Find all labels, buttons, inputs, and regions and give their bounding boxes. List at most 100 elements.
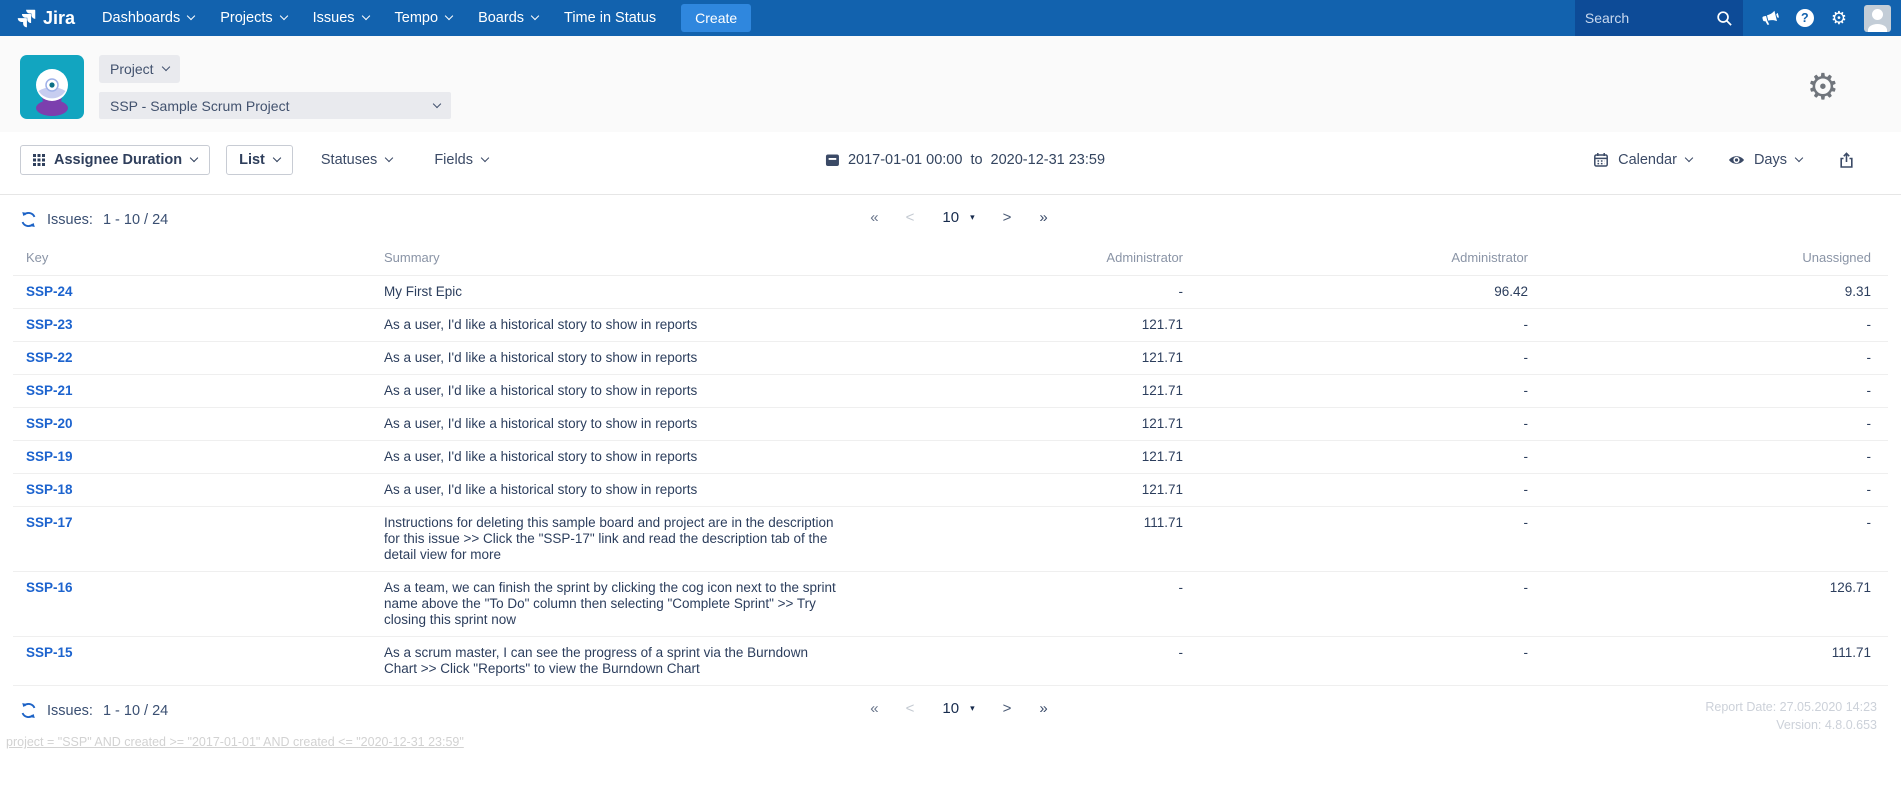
calendar-icon [1593,152,1609,168]
brand-name: Jira [43,8,75,29]
help-icon[interactable]: ? [1796,9,1814,27]
issue-key-link[interactable]: SSP-18 [26,482,73,497]
page-next-button[interactable]: > [1003,700,1012,717]
duration-value-cell: - [1528,474,1888,507]
table-row: SSP-16As a team, we can finish the sprin… [13,572,1888,637]
project-select-value: SSP - Sample Scrum Project [110,98,289,114]
summary-cell: My First Epic [371,276,838,309]
page-first-button[interactable]: « [870,700,877,717]
summary-cell: As a user, I'd like a historical story t… [371,474,838,507]
issue-key-link[interactable]: SSP-23 [26,317,73,332]
gear-icon[interactable]: ⚙ [1831,9,1847,27]
issue-summary: As a user, I'd like a historical story t… [384,350,838,366]
issue-key-link[interactable]: SSP-21 [26,383,73,398]
page-prev-button[interactable]: < [906,209,915,226]
table-row: SSP-18 As a user, I'd like a historical s… [13,474,1888,507]
issues-counter: Issues: 1 - 10 / 24 [20,702,168,719]
duration-value-cell: 121.71 [838,309,1183,342]
refresh-icon[interactable] [20,702,37,719]
duration-value-cell: - [1183,309,1528,342]
pagination-bottom: « < 10 ▾ > » [870,700,1046,717]
jira-logo[interactable]: Jira [16,8,75,29]
issue-key-link[interactable]: SSP-15 [26,645,73,660]
summary-cell: As a user, I'd like a historical story t… [371,408,838,441]
table-row: SSP-19As a user, I'd like a historical s… [13,441,1888,474]
date-to: 2020-12-31 23:59 [991,152,1106,168]
page-last-button[interactable]: » [1039,209,1046,226]
navbar-item-projects[interactable]: Projects [207,0,299,36]
date-separator: to [970,152,982,168]
scope-dropdown-button[interactable]: Project [99,55,180,83]
create-button[interactable]: Create [681,4,751,32]
pagination-top: « < 10 ▾ > » [870,209,1046,226]
unit-label: Days [1754,152,1787,168]
calendar-type-dropdown[interactable]: Calendar [1593,152,1692,168]
summary-cell: As a user, I'd like a historical story t… [371,309,838,342]
search-box[interactable] [1575,0,1743,36]
jira-logo-icon [16,8,37,29]
page-size-select[interactable]: 10 ▾ [942,700,974,717]
issue-key-link[interactable]: SSP-24 [26,284,73,299]
table-header-row: KeySummaryAdministratorAdministratorUnas… [13,242,1888,276]
project-select[interactable]: SSP - Sample Scrum Project [99,92,451,119]
duration-value-cell: - [1183,507,1528,572]
search-input[interactable] [1585,10,1716,26]
duration-value-cell: - [1183,375,1528,408]
view-mode-dropdown[interactable]: List [226,145,293,175]
duration-value-cell: 111.71 [838,507,1183,572]
navbar-item-label: Boards [478,10,524,26]
navbar-item-tempo[interactable]: Tempo [382,0,466,36]
navbar-item-boards[interactable]: Boards [465,0,551,36]
project-avatar[interactable] [20,55,84,119]
summary-cell: As a user, I'd like a historical story t… [371,375,838,408]
key-cell: SSP-19 [13,441,371,474]
page-prev-button[interactable]: < [906,700,915,717]
issues-range: 1 - 10 / 24 [103,212,168,228]
key-cell: SSP-17 [13,507,371,572]
settings-gear-icon[interactable]: ⚙ [1807,69,1839,119]
navbar-item-label: Tempo [395,10,439,26]
report-table: KeySummaryAdministratorAdministratorUnas… [13,242,1888,686]
table-row: SSP-17Instructions for deleting this sam… [13,507,1888,572]
duration-value-cell: 126.71 [1528,572,1888,637]
unit-dropdown[interactable]: Days [1728,152,1802,168]
report-type-dropdown[interactable]: Assignee Duration [20,145,210,175]
refresh-icon[interactable] [20,211,37,228]
export-icon[interactable] [1838,152,1855,169]
view-mode-label: List [239,152,265,168]
caret-down-icon: ▾ [970,212,975,223]
column-header-administrator: Administrator [838,242,1183,276]
date-range-picker[interactable]: 2017-01-01 00:00 to 2020-12-31 23:59 [824,152,1105,168]
page-last-button[interactable]: » [1039,700,1046,717]
statuses-dropdown[interactable]: Statuses [321,152,392,168]
issue-key-link[interactable]: SSP-20 [26,416,73,431]
issue-key-link[interactable]: SSP-17 [26,515,73,530]
navbar-item-dashboards[interactable]: Dashboards [89,0,207,36]
column-header-summary: Summary [371,242,838,276]
page-first-button[interactable]: « [870,209,877,226]
issue-key-link[interactable]: SSP-16 [26,580,73,595]
duration-value-cell: - [1183,441,1528,474]
navbar-item-issues[interactable]: Issues [300,0,382,36]
duration-value-cell: - [1528,309,1888,342]
megaphone-icon[interactable] [1760,9,1779,28]
page-size-select[interactable]: 10 ▾ [942,209,974,226]
chevron-down-icon [273,154,281,162]
column-header-key: Key [13,242,371,276]
jql-query-link[interactable]: project = "SSP" AND created >= "2017-01-… [6,735,464,749]
fields-dropdown[interactable]: Fields [434,152,488,168]
issues-label: Issues: [47,212,93,228]
eye-icon [1728,154,1745,166]
duration-value-cell: - [1183,474,1528,507]
issue-key-link[interactable]: SSP-19 [26,449,73,464]
duration-value-cell: 121.71 [838,474,1183,507]
issue-key-link[interactable]: SSP-22 [26,350,73,365]
issues-label: Issues: [47,703,93,719]
page-next-button[interactable]: > [1003,209,1012,226]
navbar-item-time-in-status[interactable]: Time in Status [551,0,669,36]
search-icon[interactable] [1716,10,1733,27]
issues-bar-bottom: Issues: 1 - 10 / 24 « < 10 ▾ > » Report … [0,686,1901,731]
user-avatar[interactable] [1864,5,1891,32]
page-size-value: 10 [942,209,959,226]
issue-summary: As a user, I'd like a historical story t… [384,482,838,498]
